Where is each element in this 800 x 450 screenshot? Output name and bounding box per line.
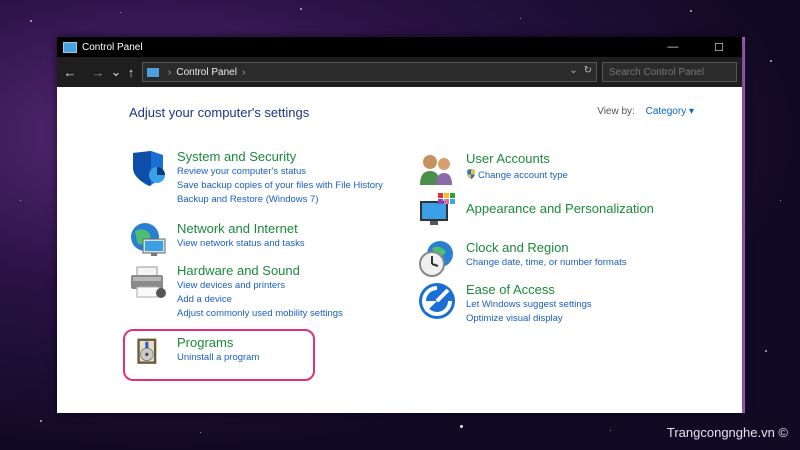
search-input[interactable] [602, 62, 737, 82]
category-title[interactable]: System and Security [177, 149, 296, 164]
address-dropdown-icon[interactable]: ⌄ [569, 65, 577, 76]
link-suggest-settings[interactable]: Let Windows suggest settings [466, 299, 592, 310]
programs-highlight-outline [123, 329, 315, 381]
link-file-history[interactable]: Save backup copies of your files with Fi… [177, 180, 383, 191]
category-title[interactable]: User Accounts [466, 151, 550, 166]
breadcrumb-control-panel[interactable]: Control Panel [176, 67, 237, 78]
breadcrumb-chevron-icon[interactable]: › [242, 67, 245, 78]
link-backup-restore[interactable]: Backup and Restore (Windows 7) [177, 194, 319, 205]
back-button[interactable]: ← [59, 65, 81, 80]
breadcrumb-chevron-icon: › [168, 66, 172, 78]
link-mobility-settings[interactable]: Adjust commonly used mobility settings [177, 308, 343, 319]
window-edge-highlight [742, 37, 745, 413]
refresh-icon[interactable]: ↻ [584, 65, 592, 76]
category-title[interactable]: Network and Internet [177, 221, 298, 236]
link-add-device[interactable]: Add a device [177, 294, 232, 305]
link-change-account-type[interactable]: Change account type [466, 169, 568, 181]
control-panel-icon [63, 41, 77, 53]
view-by-label: View by: [597, 106, 635, 117]
navigation-bar: ← → ⌄ ↑ › Control Panel › ⌄ ↻ [57, 57, 742, 87]
category-title[interactable]: Clock and Region [466, 240, 569, 255]
recent-locations-button[interactable]: ⌄ [109, 64, 123, 80]
link-devices-printers[interactable]: View devices and printers [177, 280, 285, 291]
link-optimize-display[interactable]: Optimize visual display [466, 313, 563, 324]
link-review-status[interactable]: Review your computer's status [177, 166, 306, 177]
view-by-control: View by: Category ▾ [597, 106, 694, 117]
ease-of-access-icon[interactable] [418, 282, 456, 320]
appearance-icon[interactable] [418, 191, 456, 229]
control-panel-window: Control Panel ― ☐ ← → ⌄ ↑ › Control Pane… [57, 37, 742, 413]
address-bar[interactable]: › Control Panel › ⌄ ↻ [142, 62, 597, 82]
network-icon[interactable] [129, 221, 167, 259]
shield-icon[interactable] [129, 149, 167, 187]
users-icon[interactable] [418, 151, 456, 189]
minimize-icon[interactable]: ― [650, 37, 696, 57]
address-control-panel-icon [147, 67, 159, 77]
title-bar: Control Panel ― ☐ [57, 37, 742, 57]
clock-icon[interactable] [418, 240, 456, 278]
window-title: Control Panel [82, 41, 143, 53]
watermark: Trangcongnghe.vn © [666, 425, 788, 440]
category-title[interactable]: Hardware and Sound [177, 263, 300, 278]
maximize-icon[interactable]: ☐ [696, 37, 742, 57]
link-network-status[interactable]: View network status and tasks [177, 238, 305, 249]
printer-icon[interactable] [129, 263, 167, 301]
category-title[interactable]: Appearance and Personalization [466, 201, 654, 216]
link-date-time-formats[interactable]: Change date, time, or number formats [466, 257, 627, 268]
up-button[interactable]: ↑ [123, 65, 139, 80]
change-account-type-label[interactable]: Change account type [478, 170, 568, 181]
page-heading: Adjust your computer's settings [129, 105, 310, 120]
uac-shield-icon [467, 169, 475, 180]
category-title[interactable]: Ease of Access [466, 282, 555, 297]
forward-button[interactable]: → [87, 65, 109, 80]
view-by-dropdown[interactable]: Category ▾ [646, 106, 694, 117]
